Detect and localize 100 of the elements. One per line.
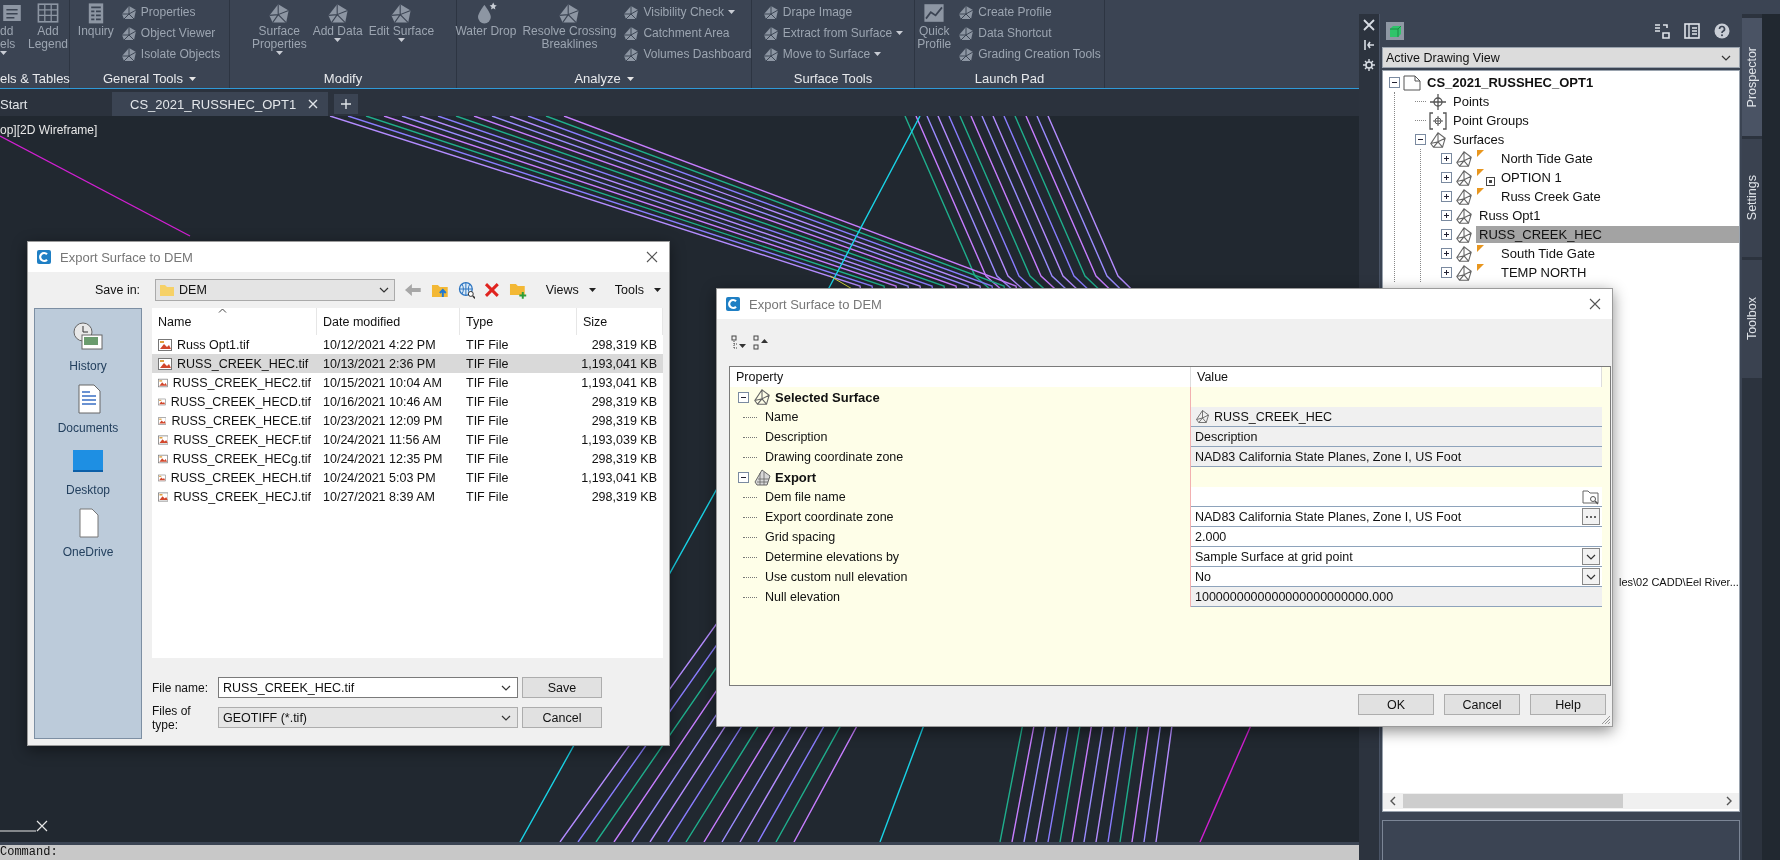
- ribbon-button[interactable]: Grading Creation Tools: [958, 43, 1101, 64]
- ribbon-button[interactable]: Data Shortcut: [958, 22, 1101, 43]
- file-row[interactable]: RUSS_CREEK_HECH.tif 10/24/2021 5:03 PM TIF File 1,193,041 KB: [152, 468, 663, 487]
- ribbon-button[interactable]: Add Legend: [26, 1, 71, 51]
- file-row[interactable]: RUSS_CREEK_HEC2.tif 10/15/2021 10:04 AM TIF File 1,193,041 KB: [152, 373, 663, 392]
- resize-grip-icon[interactable]: [1601, 715, 1611, 725]
- expand-icon[interactable]: [1441, 153, 1452, 164]
- caret-icon[interactable]: [874, 51, 882, 56]
- ribbon-button[interactable]: Resolve Crossing Breaklines: [519, 1, 620, 51]
- caret-icon[interactable]: [397, 38, 405, 42]
- collapse-icon[interactable]: [738, 471, 749, 483]
- ribbon-button[interactable]: Water Drop: [452, 1, 520, 38]
- folder-plus-icon[interactable]: [509, 281, 527, 299]
- value-cell[interactable]: [1191, 487, 1602, 507]
- ribbon-button[interactable]: Catchment Area: [623, 22, 752, 43]
- dropdown-button[interactable]: [1582, 548, 1600, 565]
- file-row[interactable]: Russ Opt1.tif 10/12/2021 4:22 PM TIF File 298,319 KB: [152, 335, 663, 354]
- caret-icon[interactable]: [727, 9, 735, 14]
- gear-icon[interactable]: [1363, 59, 1375, 71]
- panel-icon[interactable]: [1684, 22, 1700, 39]
- caret-icon[interactable]: [896, 30, 904, 35]
- ribbon-button[interactable]: Isolate Objects: [120, 43, 221, 64]
- ribbon-button[interactable]: Object Viewer: [120, 22, 221, 43]
- column-header[interactable]: Property: [730, 367, 1191, 387]
- tree-item[interactable]: TEMP NORTH: [1498, 264, 1590, 281]
- file-row[interactable]: RUSS_CREEK_HECE.tif 10/23/2021 12:09 PM TIF File 298,319 KB: [152, 411, 663, 430]
- chevron-icon[interactable]: [501, 714, 511, 721]
- ribbon-button[interactable]: Quick Profile: [914, 1, 955, 51]
- file-row[interactable]: RUSS_CREEK_HECD.tif 10/16/2021 10:46 AM TIF File 298,319 KB: [152, 392, 663, 411]
- chevron-icon[interactable]: [501, 684, 511, 691]
- panel-tab[interactable]: Toolbox: [1742, 260, 1762, 378]
- collapse-icon[interactable]: [738, 391, 749, 403]
- expand-icon[interactable]: [1441, 267, 1452, 278]
- caret-icon[interactable]: [0, 51, 7, 55]
- help-icon[interactable]: [1714, 22, 1730, 39]
- file-row[interactable]: RUSS_CREEK_HECJ.tif 10/27/2021 8:39 AM TIF File 298,319 KB: [152, 487, 663, 506]
- column-header[interactable]: Name: [152, 308, 317, 335]
- expand-all-icon[interactable]: [731, 334, 747, 351]
- panel-tab[interactable]: Settings: [1742, 139, 1762, 257]
- ribbon-button[interactable]: Extract from Surface: [762, 22, 904, 43]
- globe-icon[interactable]: [457, 281, 476, 299]
- place-button[interactable]: Desktop: [66, 445, 110, 497]
- tree-item[interactable]: Russ Opt1: [1476, 207, 1544, 224]
- ribbon-button[interactable]: Visibility Check: [623, 1, 752, 22]
- folder-dropdown[interactable]: DEM: [155, 279, 396, 301]
- ribbon-button[interactable]: Add Data: [309, 1, 366, 42]
- place-button[interactable]: History: [69, 321, 107, 373]
- place-button[interactable]: Documents: [57, 383, 119, 435]
- dialog-button[interactable]: Help: [1530, 694, 1606, 715]
- tree-item[interactable]: Surfaces: [1450, 131, 1508, 148]
- pin-icon[interactable]: [1363, 39, 1375, 51]
- tree-item[interactable]: CS_2021_RUSSHEC_OPT1: [1424, 74, 1597, 91]
- column-header[interactable]: Date modified: [317, 308, 460, 335]
- collapse-icon[interactable]: [1415, 134, 1426, 145]
- ribbon-button[interactable]: Inquiry: [74, 1, 117, 38]
- collapse-icon[interactable]: [1389, 77, 1400, 88]
- tree-item[interactable]: North Tide Gate: [1498, 150, 1596, 167]
- close-icon[interactable]: [645, 250, 659, 264]
- ribbon-button[interactable]: Surface Properties: [248, 1, 310, 55]
- tree-item[interactable]: South Tide Gate: [1498, 245, 1598, 262]
- file-row[interactable]: RUSS_CREEK_HECF.tif 10/24/2021 11:56 AM TIF File 1,193,039 KB: [152, 430, 663, 449]
- expand-icon[interactable]: [1441, 191, 1452, 202]
- ribbon-button[interactable]: Edit Surface: [365, 1, 438, 42]
- panel-tab[interactable]: Prospector: [1742, 18, 1762, 136]
- ribbon-button[interactable]: Create Profile: [958, 1, 1101, 22]
- document-tab[interactable]: Start: [0, 92, 112, 116]
- tree-item[interactable]: OPTION 1: [1498, 169, 1565, 186]
- expand-icon[interactable]: [1441, 210, 1452, 221]
- column-header[interactable]: Size: [577, 308, 663, 335]
- collapse-all-icon[interactable]: [753, 334, 769, 351]
- browse-icon[interactable]: [1582, 488, 1600, 505]
- expand-icon[interactable]: [1441, 248, 1452, 259]
- file-name-field[interactable]: RUSS_CREEK_HEC.tif: [218, 677, 518, 698]
- value-cell[interactable]: 2.000: [1191, 527, 1602, 547]
- dialog-button[interactable]: Cancel: [522, 707, 602, 728]
- expand-icon[interactable]: [1441, 229, 1452, 240]
- value-cell[interactable]: No: [1191, 567, 1602, 587]
- ribbon-button[interactable]: Move to Surface: [762, 43, 904, 64]
- file-row[interactable]: RUSS_CREEK_HECg.tif 10/24/2021 12:35 PM TIF File 298,319 KB: [152, 449, 663, 468]
- file-row[interactable]: RUSS_CREEK_HEC.tif 10/13/2021 2:36 PM TIF File 1,193,041 KB: [152, 354, 663, 373]
- tree-item[interactable]: Points: [1450, 93, 1493, 110]
- column-header[interactable]: Type: [460, 308, 577, 335]
- cube-icon[interactable]: [1386, 21, 1404, 40]
- value-cell[interactable]: Sample Surface at grid point: [1191, 547, 1602, 567]
- tree-item[interactable]: Russ Creek Gate: [1498, 188, 1604, 205]
- scrollbar-thumb[interactable]: [1403, 794, 1623, 808]
- column-header[interactable]: Value: [1191, 367, 1602, 387]
- caret-icon[interactable]: [275, 51, 283, 55]
- chevron-icon[interactable]: [1721, 54, 1731, 61]
- ribbon-button[interactable]: Volumes Dashboard: [623, 43, 752, 64]
- list-icon[interactable]: [1654, 22, 1670, 39]
- view-dropdown[interactable]: Active Drawing View: [1382, 47, 1740, 68]
- tree-item[interactable]: Point Groups: [1450, 112, 1532, 129]
- dialog-button[interactable]: OK: [1358, 694, 1434, 715]
- dropdown-button[interactable]: [1582, 568, 1600, 585]
- tree-item[interactable]: RUSS_CREEK_HEC: [1476, 226, 1739, 243]
- ribbon-button[interactable]: Drape Image: [762, 1, 904, 22]
- close-icon[interactable]: [1588, 297, 1602, 311]
- panel-title-button[interactable]: General Tools: [70, 69, 229, 88]
- scrollbar[interactable]: [1383, 793, 1739, 809]
